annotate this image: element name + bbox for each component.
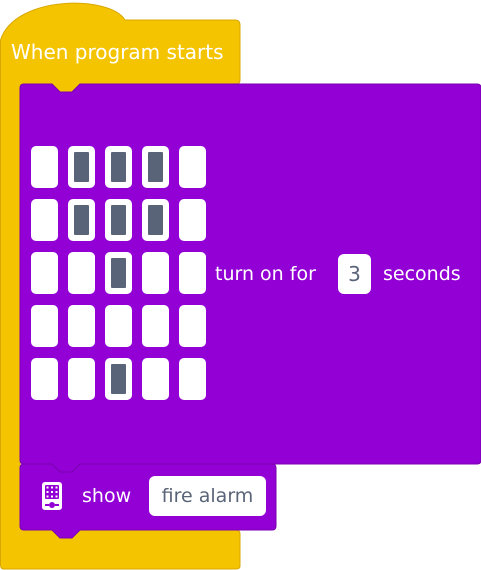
turn-on-label: turn on for [215, 263, 316, 285]
matrix-pixel-r1-c5[interactable] [179, 146, 206, 188]
matrix-pixel-r4-c4[interactable] [142, 305, 169, 347]
matrix-pixel-r3-c2[interactable] [68, 252, 95, 294]
matrix-pixel-r3-c4[interactable] [142, 252, 169, 294]
matrix-pixel-lit-r5-c3 [111, 364, 126, 394]
matrix-pixel-r4-c3[interactable] [105, 305, 132, 347]
matrix-pixel-lit-r2-c3 [111, 205, 126, 235]
matrix-pixel-r2-c5[interactable] [179, 199, 206, 241]
matrix-pixel-r1-c1[interactable] [31, 146, 58, 188]
duration-input[interactable]: 3 [338, 254, 371, 294]
matrix-pixel-lit-r2-c2 [74, 205, 89, 235]
light-matrix-grid[interactable] [31, 146, 206, 400]
matrix-pixel-r5-c1[interactable] [31, 358, 58, 400]
hat-block-label: When program starts [11, 40, 224, 64]
seconds-label: seconds [383, 263, 461, 285]
matrix-pixel-r4-c1[interactable] [31, 305, 58, 347]
show-label: show [82, 485, 132, 507]
show-text-input[interactable]: fire alarm [149, 476, 266, 516]
matrix-pixel-lit-r1-c2 [74, 152, 89, 182]
matrix-pixel-r4-c2[interactable] [68, 305, 95, 347]
matrix-pixel-r4-c5[interactable] [179, 305, 206, 347]
matrix-pixel-lit-r3-c3 [111, 258, 126, 288]
matrix-pixel-r3-c5[interactable] [179, 252, 206, 294]
hub-display-icon [42, 482, 62, 510]
matrix-pixel-lit-r1-c3 [111, 152, 126, 182]
matrix-pixel-r5-c4[interactable] [142, 358, 169, 400]
matrix-pixel-lit-r2-c4 [148, 205, 163, 235]
matrix-pixel-r3-c1[interactable] [31, 252, 58, 294]
matrix-pixel-r5-c5[interactable] [179, 358, 206, 400]
matrix-pixel-r5-c2[interactable] [68, 358, 95, 400]
matrix-pixel-r2-c1[interactable] [31, 199, 58, 241]
matrix-pixel-lit-r1-c4 [148, 152, 163, 182]
